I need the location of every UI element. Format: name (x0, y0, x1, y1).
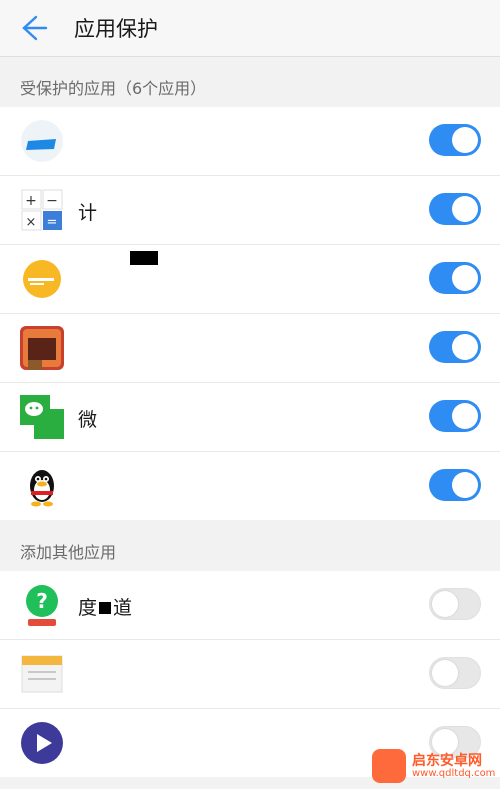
protect-toggle[interactable] (429, 262, 481, 294)
protect-toggle[interactable] (429, 193, 481, 225)
list-item[interactable]: ? 度道 (0, 571, 500, 640)
back-arrow-icon[interactable] (16, 12, 48, 44)
notes-icon (21, 655, 63, 693)
protected-app-list: + − × = 计 微 (0, 107, 500, 520)
site-watermark: 启东安卓网 www.qdltdq.com (372, 749, 500, 785)
other-apps-section-label: 添加其他应用 (20, 543, 117, 562)
watermark-url: www.qdltdq.com (412, 768, 496, 779)
list-item[interactable] (0, 314, 500, 383)
qq-penguin-icon (30, 470, 54, 507)
svg-text:+: + (25, 193, 37, 209)
watermark-title: 启东安卓网 (412, 753, 482, 769)
game-icon (20, 326, 64, 370)
page-title: 应用保护 (74, 17, 158, 41)
protect-toggle[interactable] (429, 469, 481, 501)
list-item[interactable]: 微 (0, 383, 500, 452)
protected-section-label: 受保护的应用（6个应用） (20, 79, 207, 98)
protect-toggle[interactable] (429, 657, 481, 689)
list-item[interactable] (0, 107, 500, 265)
list-item[interactable] (0, 640, 500, 709)
play-button-icon (21, 722, 63, 764)
svg-text:×: × (26, 215, 37, 230)
svg-text:?: ? (36, 589, 48, 613)
app-name: 微 (78, 409, 98, 431)
app-header: 应用保护 (0, 0, 500, 57)
app-name: 度道 (78, 597, 133, 619)
calculator-icon: + − × = (21, 189, 63, 231)
svg-text:=: = (47, 215, 58, 230)
list-item[interactable]: + − × = 计 (0, 176, 500, 245)
other-app-list: ? 度道 (0, 571, 500, 777)
blue-book-icon (21, 120, 63, 162)
question-badge-icon: ? (26, 585, 58, 626)
watermark-logo-icon (372, 749, 406, 783)
protect-toggle[interactable] (429, 331, 481, 363)
protect-toggle[interactable] (429, 588, 481, 620)
list-item[interactable] (0, 452, 500, 520)
app-name: 计 (78, 202, 98, 224)
list-item[interactable] (0, 245, 500, 314)
protect-toggle[interactable] (429, 400, 481, 432)
svg-text:−: − (46, 193, 58, 209)
wechat-icon (20, 395, 64, 439)
orange-circle-icon (23, 260, 61, 298)
protect-toggle[interactable] (429, 124, 481, 156)
